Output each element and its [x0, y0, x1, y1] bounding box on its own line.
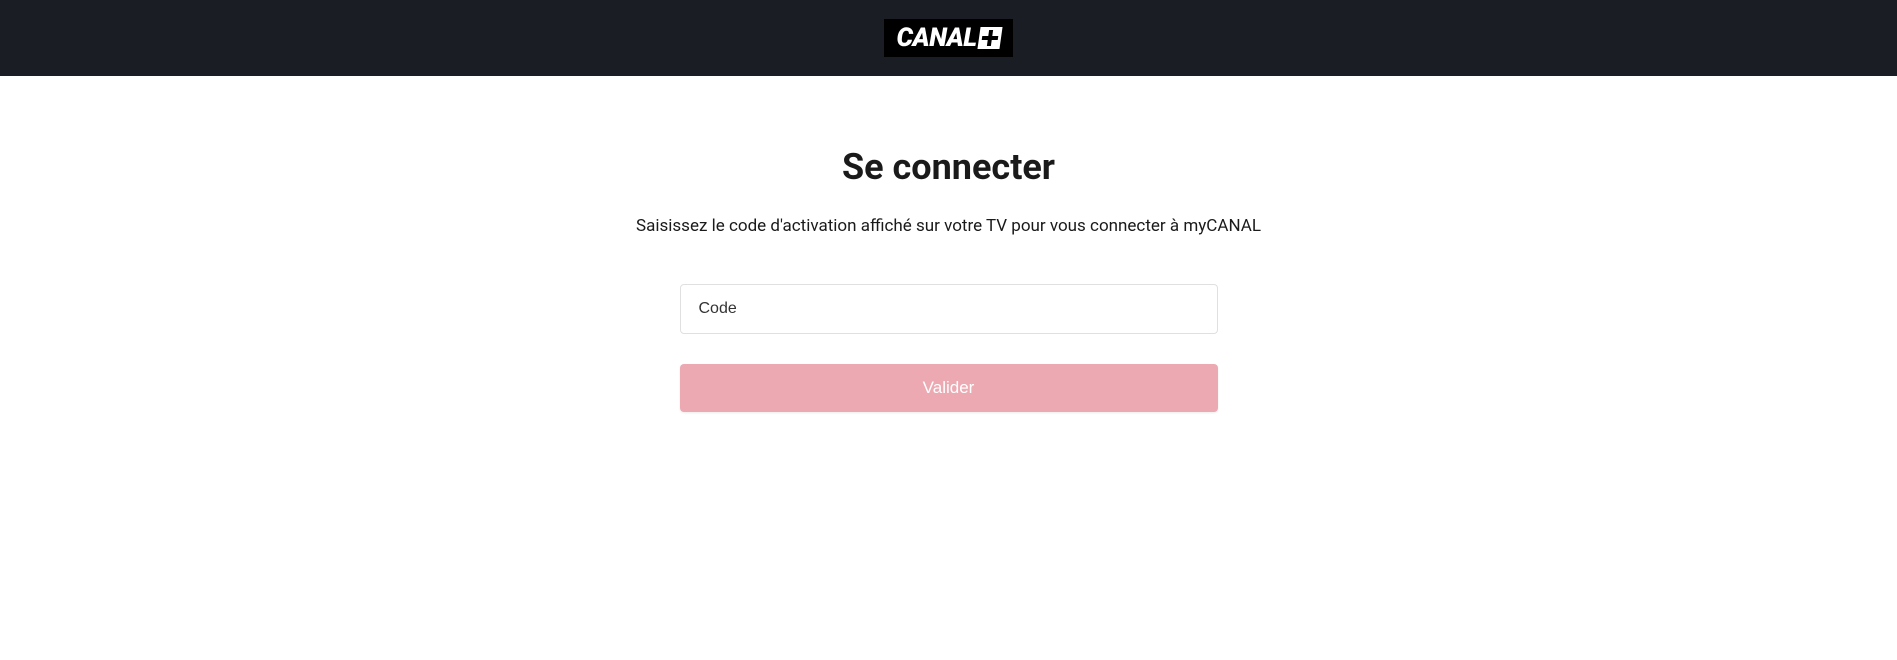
header: CANAL	[0, 0, 1897, 76]
logo-text: CANAL	[896, 23, 1000, 53]
page-title: Se connecter	[842, 146, 1055, 188]
main-content: Se connecter Saisissez le code d'activat…	[0, 76, 1897, 412]
code-input[interactable]	[680, 284, 1218, 334]
canal-plus-logo: CANAL	[884, 19, 1012, 57]
logo-word: CANAL	[896, 23, 976, 53]
submit-button[interactable]: Valider	[680, 364, 1218, 412]
page-subtitle: Saisissez le code d'activation affiché s…	[636, 216, 1261, 236]
plus-icon	[977, 27, 1002, 49]
